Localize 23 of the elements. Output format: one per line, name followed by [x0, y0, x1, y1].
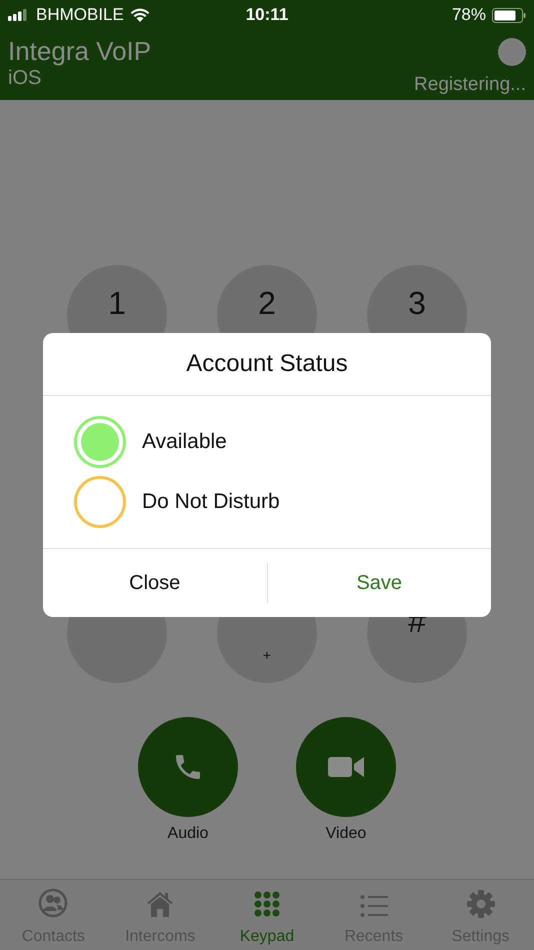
keypad-icon [252, 890, 281, 918]
call-label: Video [326, 825, 366, 843]
status-option[interactable]: Available [74, 416, 491, 468]
battery-percent: 78% [452, 5, 486, 25]
radio-button[interactable] [74, 416, 126, 468]
home-icon [146, 890, 174, 918]
battery-icon [492, 8, 526, 22]
status-option[interactable]: Do Not Disturb [74, 476, 491, 528]
radio-button[interactable] [74, 476, 126, 528]
contacts-icon [38, 888, 68, 918]
list-icon [360, 894, 388, 918]
close-button[interactable]: Close [43, 563, 268, 603]
dialog-title: Account Status [43, 333, 491, 396]
clock-time: 10:11 [246, 5, 288, 25]
registration-status: Registering... [414, 74, 526, 96]
status-indicator [498, 38, 526, 66]
app-title: Integra VoIP [8, 36, 152, 67]
platform-label: iOS [8, 67, 42, 90]
carrier-name: BHMOBILE [36, 5, 124, 25]
video-camera-icon [328, 755, 364, 779]
wifi-icon [130, 8, 150, 22]
tab-item[interactable]: Keypad [214, 880, 320, 950]
call-label: Audio [168, 825, 208, 843]
